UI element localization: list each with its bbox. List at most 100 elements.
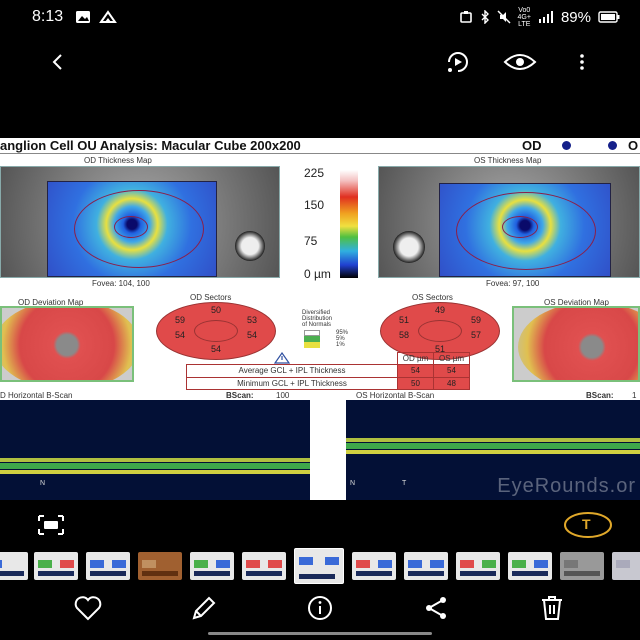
- details-button[interactable]: [302, 590, 338, 626]
- os-sectors-caption: OS Sectors: [412, 293, 453, 302]
- od-dot-icon: [562, 141, 571, 150]
- od-sector-upper-left: 59: [174, 315, 185, 325]
- home-indicator[interactable]: [208, 632, 432, 635]
- thumbnail[interactable]: [34, 552, 78, 580]
- scan-text-button[interactable]: [34, 512, 68, 538]
- more-vert-icon: [580, 54, 584, 70]
- thumbnail[interactable]: [190, 552, 234, 580]
- remaster-icon: [448, 52, 468, 72]
- table-row: Minimum GCL + IPL Thickness 50 48: [186, 376, 470, 391]
- extract-text-button[interactable]: T: [562, 510, 614, 540]
- od-deviation-overlay: [2, 308, 132, 380]
- thumbnail-current[interactable]: [294, 548, 344, 584]
- os-sector-upper-right: 59: [470, 315, 481, 325]
- thumbnail[interactable]: [86, 552, 130, 580]
- thumbnail[interactable]: [404, 552, 448, 580]
- os-ring-inner: [502, 216, 538, 238]
- network-lte: LTE: [518, 20, 531, 28]
- table-cell-od: 54: [397, 364, 434, 378]
- od-sectors-center: [194, 320, 238, 342]
- network-4g: 4G+: [517, 13, 531, 21]
- extract-text-label: T: [582, 516, 591, 532]
- legend-title-3: of Normals: [302, 322, 332, 328]
- thumbnail[interactable]: [352, 552, 396, 580]
- od-sector-upper-right: 53: [246, 315, 257, 325]
- table-cell-os: 54: [433, 364, 470, 378]
- od-optic-disc: [235, 231, 265, 261]
- legend-swatch-1: [304, 342, 320, 348]
- more-options-button[interactable]: [564, 44, 600, 80]
- thumbnail[interactable]: [508, 552, 552, 580]
- od-sector-top: 50: [210, 305, 221, 315]
- os-sectors-center: [418, 320, 462, 342]
- os-optic-disc: [393, 231, 425, 263]
- os-bscan-label: BScan:: [586, 391, 614, 400]
- thumbnail[interactable]: [138, 552, 182, 580]
- view-button[interactable]: [502, 44, 538, 80]
- table-row-label: Average GCL + IPL Thickness: [186, 364, 398, 378]
- scale-label-225: 225: [304, 166, 325, 180]
- back-button[interactable]: [40, 44, 76, 80]
- network-type: Vo0 4G+ LTE: [518, 7, 531, 28]
- od-fovea: Fovea: 104, 100: [92, 279, 150, 288]
- thumbnail[interactable]: [242, 552, 286, 580]
- heart-icon: [74, 596, 102, 621]
- os-thickness-caption: OS Thickness Map: [474, 156, 542, 165]
- od-eye-label: OD: [522, 138, 542, 153]
- eye-icon: [503, 54, 537, 70]
- legend-1: 1%: [336, 342, 345, 348]
- edit-button[interactable]: [186, 590, 222, 626]
- os-eye-label: O: [628, 138, 639, 153]
- cast-notification-icon: [99, 10, 118, 23]
- battery-icon: [598, 11, 620, 23]
- status-left-icons: [75, 10, 118, 24]
- os-bscan-corner-n: N: [350, 480, 356, 487]
- image-viewer[interactable]: anglion Cell OU Analysis: Macular Cube 2…: [0, 138, 640, 500]
- os-bscan-corner-t: T: [402, 480, 407, 487]
- favorite-button[interactable]: [70, 590, 106, 626]
- scale-label-0: 0 µm: [304, 267, 331, 281]
- back-arrow-icon: [52, 54, 62, 70]
- od-bscan-corner: N: [40, 480, 46, 487]
- os-bscan-layer-3: [346, 450, 640, 454]
- table-head-os: OS µm: [433, 351, 470, 366]
- thickness-color-scale: [340, 170, 358, 278]
- od-bscan-image: N: [0, 400, 310, 500]
- os-bscan-layer-1: [346, 438, 640, 442]
- od-thickness-map: [47, 181, 217, 277]
- od-thickness-caption: OD Thickness Map: [84, 156, 152, 165]
- table-row-label: Minimum GCL + IPL Thickness: [186, 376, 398, 391]
- od-bscan-label: BScan:: [226, 391, 254, 400]
- os-bscan-image: N T EyeRounds.or: [346, 400, 640, 500]
- signal-icon: [538, 11, 553, 23]
- delete-button[interactable]: [534, 590, 570, 626]
- od-bscan-layer-2: [0, 463, 310, 469]
- os-deviation-overlay: [518, 308, 638, 380]
- report-title: anglion Cell OU Analysis: Macular Cube 2…: [0, 138, 301, 153]
- thumbnail[interactable]: [560, 552, 604, 580]
- od-bscan-value: 100: [276, 391, 290, 400]
- thumbnail-strip[interactable]: [0, 548, 640, 584]
- os-thickness-map: [439, 183, 611, 277]
- report-title-bar: anglion Cell OU Analysis: Macular Cube 2…: [0, 138, 640, 154]
- od-bscan-caption: D Horizontal B-Scan: [0, 391, 73, 400]
- thumbnail[interactable]: [456, 552, 500, 580]
- od-sector-lower-left: 54: [174, 330, 185, 340]
- os-sector-top: 49: [434, 305, 445, 315]
- od-ring-inner: [114, 216, 148, 238]
- os-bscan-caption: OS Horizontal B-Scan: [356, 391, 435, 400]
- thumbnail[interactable]: [0, 552, 28, 580]
- od-sector-lower-right: 54: [246, 330, 257, 340]
- os-fovea: Fovea: 97, 100: [486, 279, 540, 288]
- share-button[interactable]: [418, 590, 454, 626]
- status-time: 8:13: [32, 8, 64, 25]
- os-sector-upper-left: 51: [398, 315, 409, 325]
- share-icon: [426, 597, 446, 619]
- table-row: Average GCL + IPL Thickness 54 54: [186, 364, 470, 378]
- table-cell-od: 50: [397, 376, 434, 391]
- trash-icon: [542, 596, 562, 620]
- table-head-od: OD µm: [397, 351, 434, 366]
- od-bscan-layer-3: [0, 470, 310, 474]
- thumbnail[interactable]: [612, 552, 640, 580]
- remaster-button[interactable]: [440, 44, 476, 80]
